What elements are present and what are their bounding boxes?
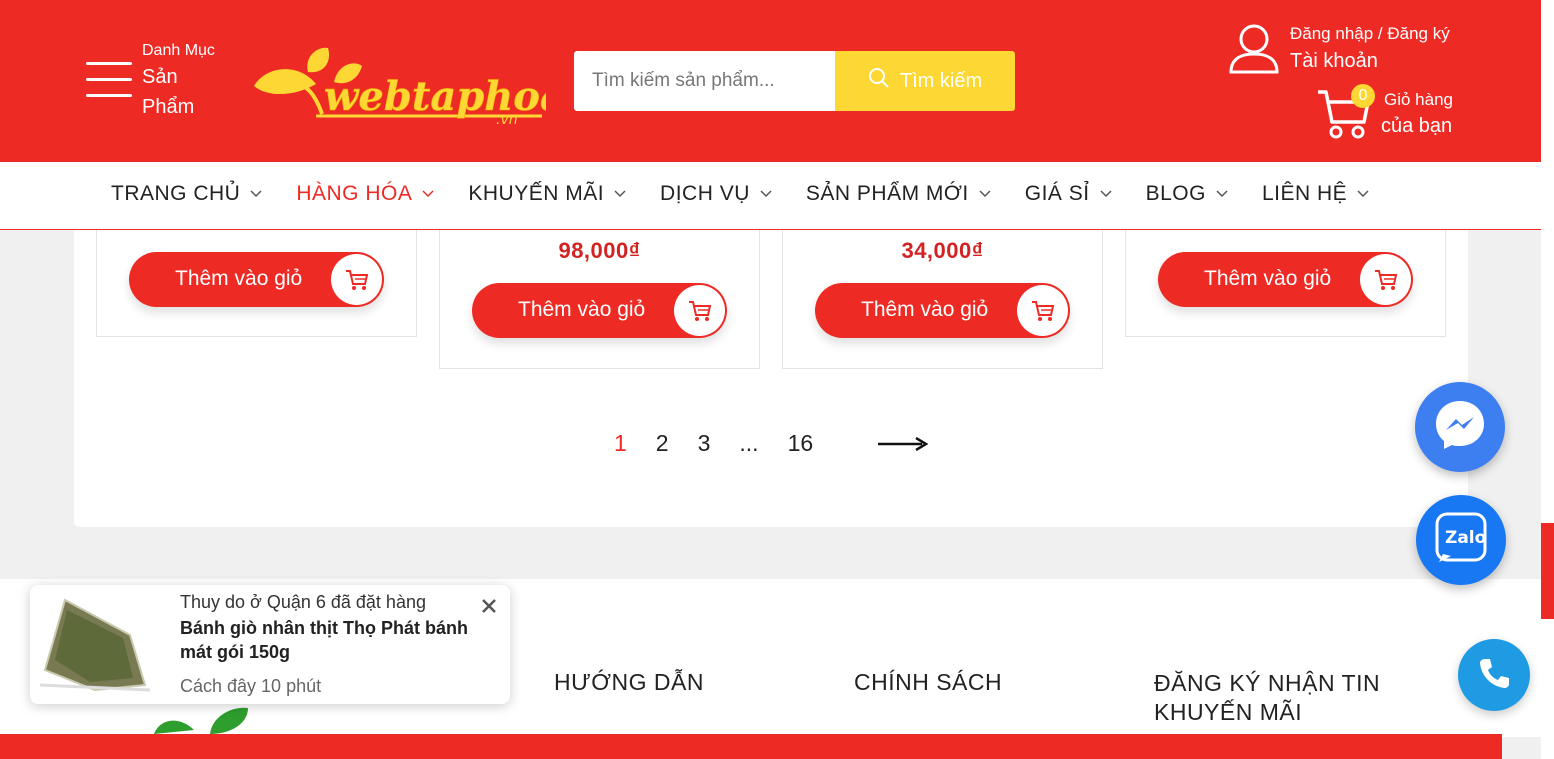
add-to-cart-button[interactable]: Thêm vào giỏ [1158, 252, 1413, 307]
zalo-label: Zalo [1445, 528, 1486, 548]
footer-heading-policy: CHÍNH SÁCH [854, 669, 1003, 695]
account-label: Tài khoản [1290, 50, 1378, 72]
main-nav: TRANG CHỦ HÀNG HÓA KHUYẾN MÃI DỊCH VỤ SẢN PH… [0, 162, 1541, 230]
add-to-cart-label: Thêm vào giỏ [518, 298, 646, 321]
nav-item-7[interactable]: LIÊN HỆ [1262, 182, 1369, 206]
add-to-cart-button[interactable]: Thêm vào giỏ [815, 283, 1070, 338]
add-to-cart-button[interactable]: Thêm vào giỏ [472, 283, 727, 338]
nav-item-label: LIÊN HỆ [1261, 182, 1348, 205]
hamburger-icon[interactable] [86, 62, 132, 98]
page-link[interactable]: 1 [614, 430, 627, 457]
category-menu-small: Danh Mục [142, 42, 215, 59]
call-button[interactable] [1458, 639, 1530, 711]
add-to-cart-label: Thêm vào giỏ [175, 267, 303, 290]
page-link[interactable]: 3 [698, 430, 711, 457]
toast-product-name[interactable]: Bánh giò nhân thịt Thọ Phát bánh mát gói… [180, 616, 480, 664]
close-icon[interactable] [478, 595, 500, 617]
messenger-icon [1432, 397, 1488, 458]
cart-count-badge: 0 [1351, 84, 1375, 108]
chevron-down-icon [1100, 190, 1112, 198]
messenger-button[interactable] [1415, 382, 1505, 472]
search-button-label: Tìm kiếm [899, 69, 983, 92]
chevron-down-icon [760, 190, 772, 198]
nav-item-0[interactable]: TRANG CHỦ [111, 182, 262, 206]
search-input[interactable] [574, 51, 835, 111]
account-login-text: Đăng nhập / Đăng ký [1290, 24, 1450, 43]
nav-item-2[interactable]: KHUYẾN MÃI [468, 182, 626, 206]
next-page-arrow-icon[interactable] [878, 430, 929, 457]
add-to-cart-button[interactable]: Thêm vào giỏ [129, 252, 384, 307]
chevron-down-icon [1216, 190, 1228, 198]
cart-icon [331, 254, 382, 305]
search-icon [868, 67, 890, 95]
chevron-down-icon [250, 190, 262, 198]
product-card: Thêm vào giỏ [96, 230, 417, 337]
product-price: 34,000₫ [901, 238, 984, 263]
user-icon [1228, 22, 1280, 79]
search-button[interactable]: Tìm kiếm [835, 51, 1015, 111]
nav-item-5[interactable]: GIÁ SỈ [1025, 182, 1112, 206]
footer-heading-guide: HƯỚNG DẪN [554, 669, 704, 695]
product-price: 98,000₫ [558, 238, 641, 263]
scrollbar-track[interactable] [1541, 0, 1554, 759]
pagination: 1 2 3... 16 [614, 430, 929, 457]
order-notification-toast[interactable]: Thuy do ở Quận 6 đã đặt hàng Bánh giò nh… [30, 585, 510, 704]
cart-icon [674, 285, 725, 336]
search-bar: Tìm kiếm [574, 51, 1015, 111]
chevron-down-icon [979, 190, 991, 198]
site-header: Danh Mục Sản Phẩm webtaphoa .vn Tìm kiếm [0, 0, 1541, 162]
nav-item-3[interactable]: DỊCH VỤ [660, 182, 772, 206]
nav-item-label: HÀNG HÓA [296, 182, 413, 205]
chevron-down-icon [422, 190, 434, 198]
footer-logo-icon [150, 700, 260, 735]
page-link[interactable]: 2 [656, 430, 669, 457]
footer-heading-newsletter: ĐĂNG KÝ NHẬN TIN KHUYẾN MÃI [1154, 670, 1381, 725]
zalo-icon: Zalo [1431, 508, 1491, 573]
nav-item-1[interactable]: HÀNG HÓA [296, 182, 434, 206]
cart-label-1: Giỏ hàng [1384, 90, 1453, 109]
site-logo[interactable]: webtaphoa .vn [246, 44, 566, 128]
chevron-down-icon [614, 190, 626, 198]
account-link[interactable]: Đăng nhập / Đăng ký Tài khoản [1228, 22, 1458, 78]
nav-item-label: SẢN PHẨM MỚI [805, 182, 969, 205]
nav-item-label: TRANG CHỦ [111, 182, 241, 205]
nav-item-label: KHUYẾN MÃI [468, 182, 605, 205]
cart-icon [1017, 285, 1068, 336]
pagination-ellipsis: ... [739, 430, 759, 456]
product-thumbnail [35, 590, 155, 700]
page-link[interactable]: 16 [788, 430, 814, 457]
category-menu-big: Sản Phẩm [142, 66, 195, 118]
product-grid-panel: Thêm vào giỏ 98,000₫ Thêm vào giỏ 34,000… [74, 230, 1468, 527]
zalo-button[interactable]: Zalo [1416, 495, 1506, 585]
logo-suffix: .vn [496, 112, 518, 128]
nav-item-6[interactable]: BLOG [1146, 182, 1228, 206]
add-to-cart-label: Thêm vào giỏ [1204, 267, 1332, 290]
product-card: 98,000₫ Thêm vào giỏ [439, 230, 760, 369]
cart-label-2: của bạn [1381, 115, 1453, 137]
category-menu-label[interactable]: Danh Mục Sản Phẩm [142, 40, 215, 122]
footer-bar [0, 734, 1502, 759]
phone-icon [1477, 656, 1511, 695]
nav-item-4[interactable]: SẢN PHẨM MỚI [806, 182, 991, 206]
nav-item-label: BLOG [1145, 182, 1206, 205]
product-card: Thêm vào giỏ [1125, 230, 1446, 337]
scrollbar-thumb[interactable] [1541, 523, 1554, 619]
cart-link[interactable]: 0 Giỏ hàng của bạn [1316, 84, 1456, 146]
nav-item-label: DỊCH VỤ [660, 182, 750, 205]
product-card: 34,000₫ Thêm vào giỏ [782, 230, 1103, 369]
cart-icon [1360, 254, 1411, 305]
toast-customer-text: Thuy do ở Quận 6 đã đặt hàng [180, 592, 426, 612]
add-to-cart-label: Thêm vào giỏ [861, 298, 989, 321]
toast-time-text: Cách đây 10 phút [180, 676, 322, 696]
nav-item-label: GIÁ SỈ [1024, 182, 1090, 205]
chevron-down-icon [1357, 190, 1369, 198]
